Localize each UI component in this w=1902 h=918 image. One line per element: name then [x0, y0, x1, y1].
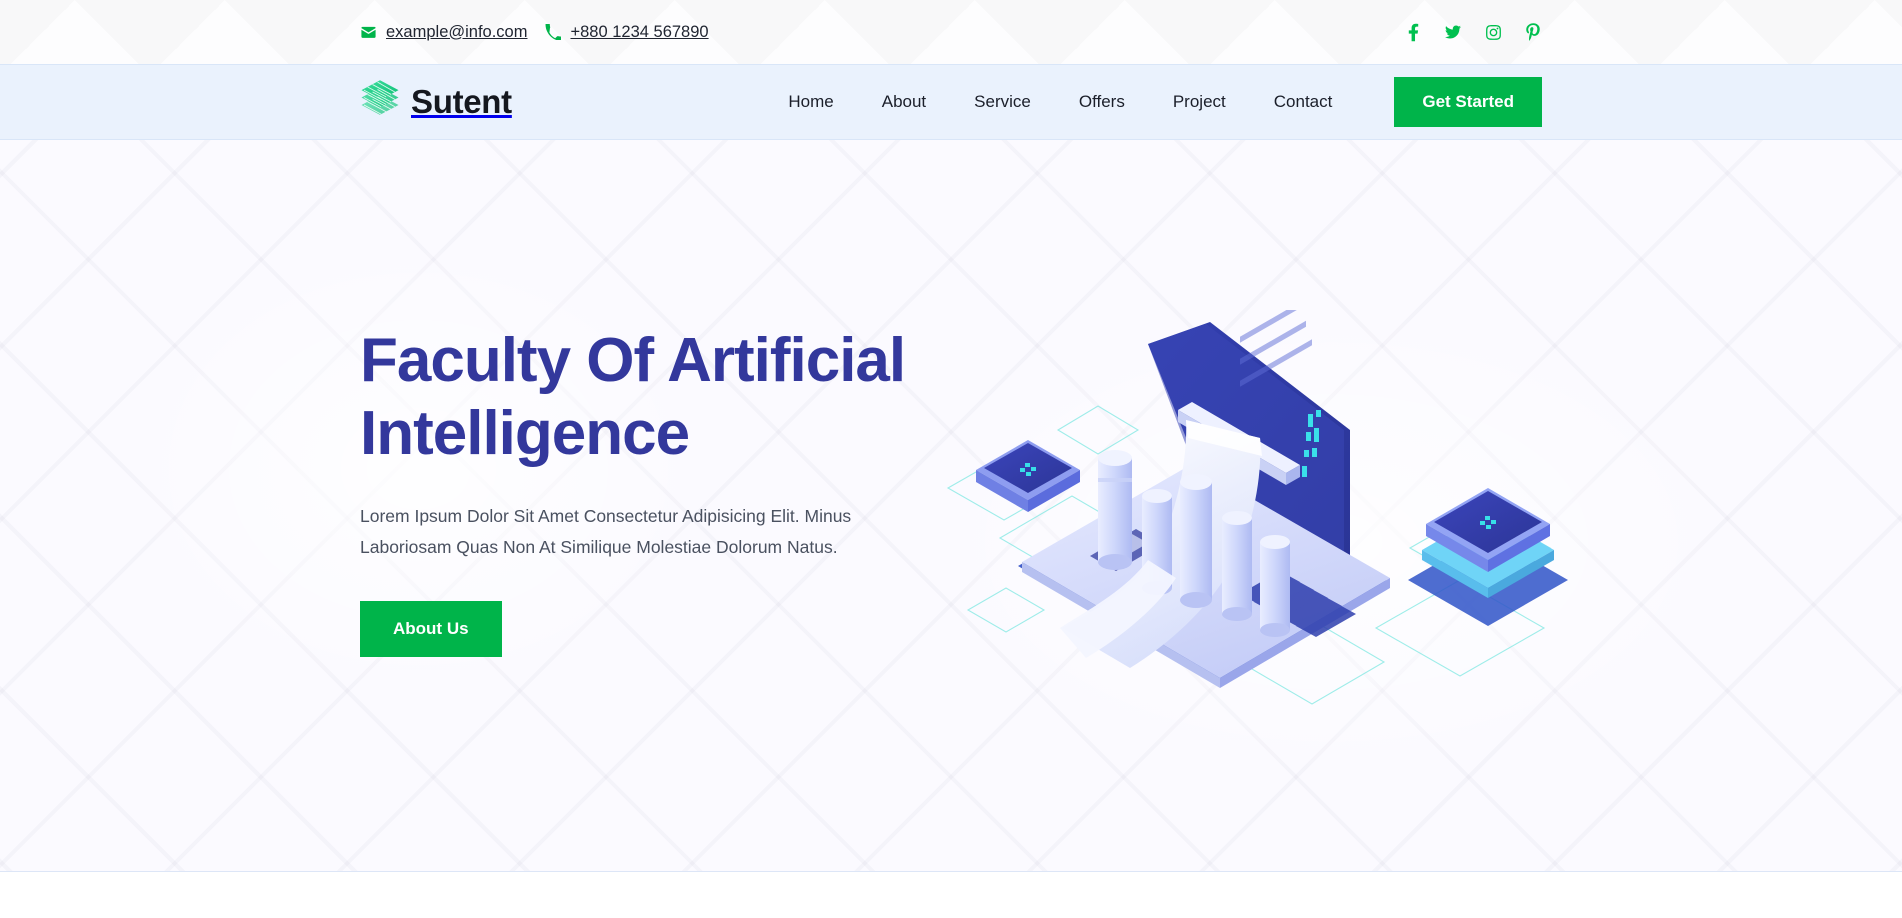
site-header: Sutent Home About Service Offers Project… — [0, 64, 1902, 140]
nav-item-offers[interactable]: Offers — [1055, 92, 1149, 112]
hero-text-block: Faculty Of Artificial Intelligence Lorem… — [360, 324, 920, 687]
contact-info-group: example@info.com +880 1234 567890 — [360, 23, 709, 42]
brand-logo[interactable]: Sutent — [360, 79, 512, 126]
pinterest-icon[interactable] — [1524, 23, 1542, 41]
nav-item-home[interactable]: Home — [764, 92, 857, 112]
brand-name: Sutent — [411, 83, 512, 120]
isometric-laptop-analytics-illustration — [940, 291, 1580, 710]
stacked-layers-logo-icon — [360, 79, 400, 126]
top-contact-bar: example@info.com +880 1234 567890 — [0, 0, 1902, 64]
hero-section: Faculty Of Artificial Intelligence Lorem… — [0, 140, 1902, 872]
main-navigation: Home About Service Offers Project Contac… — [764, 77, 1542, 127]
left-chip — [976, 440, 1080, 512]
twitter-icon[interactable] — [1444, 23, 1462, 41]
contact-phone-text: +880 1234 567890 — [570, 22, 709, 41]
social-links-group — [1404, 23, 1542, 41]
get-started-button[interactable]: Get Started — [1394, 77, 1542, 127]
hero-title: Faculty Of Artificial Intelligence — [360, 326, 906, 469]
contact-phone[interactable]: +880 1234 567890 — [545, 22, 709, 42]
contact-email-text: example@info.com — [386, 22, 528, 41]
right-chip-stack — [1408, 488, 1568, 626]
phone-icon — [545, 24, 562, 40]
below-fold-area — [0, 872, 1902, 918]
topbar-inner: example@info.com +880 1234 567890 — [0, 23, 1902, 42]
hero-inner: Faculty Of Artificial Intelligence Lorem… — [0, 140, 1902, 871]
header-inner: Sutent Home About Service Offers Project… — [0, 65, 1902, 139]
instagram-icon[interactable] — [1484, 23, 1502, 41]
nav-item-contact[interactable]: Contact — [1250, 92, 1357, 112]
hero-illustration-area — [920, 140, 1568, 871]
nav-item-about[interactable]: About — [858, 92, 950, 112]
facebook-icon[interactable] — [1404, 23, 1422, 41]
nav-item-service[interactable]: Service — [950, 92, 1055, 112]
nav-item-project[interactable]: Project — [1149, 92, 1250, 112]
hero-subtitle: Lorem Ipsum Dolor Sit Amet Consectetur A… — [360, 505, 852, 557]
contact-email[interactable]: example@info.com — [360, 23, 527, 42]
about-us-button[interactable]: About Us — [360, 600, 502, 657]
envelope-icon — [360, 24, 377, 41]
